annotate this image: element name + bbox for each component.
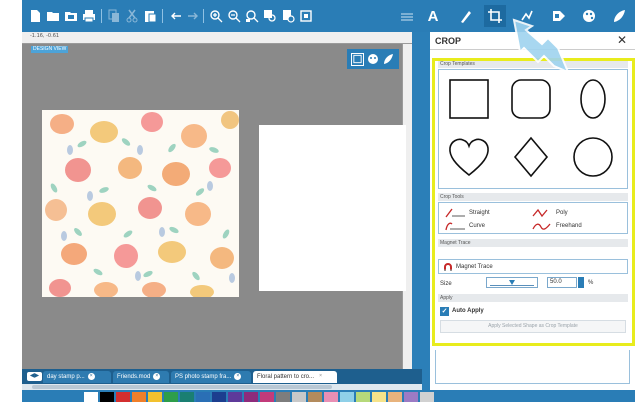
color-swatch[interactable]: [388, 392, 402, 402]
color-swatch[interactable]: [260, 392, 274, 402]
color-swatch[interactable]: [404, 392, 418, 402]
pointer-arrow-icon: [512, 18, 570, 74]
color-swatch[interactable]: [276, 392, 290, 402]
color-swatch[interactable]: [132, 392, 146, 402]
document-tab[interactable]: day stamp p... ×: [43, 371, 111, 383]
color-swatch[interactable]: [180, 392, 194, 402]
app-window: A -1.16, -0.61 DESIGN VIEW ◀▶ day stamp …: [22, 0, 635, 402]
color-swatch[interactable]: [196, 392, 210, 402]
crop-tool-icon[interactable]: [484, 5, 506, 27]
zoom-page-icon[interactable]: [279, 7, 296, 24]
color-swatch[interactable]: [116, 392, 130, 402]
close-icon[interactable]: ✕: [616, 34, 628, 46]
view-tools: [347, 49, 399, 69]
color-swatch[interactable]: [292, 392, 306, 402]
new-document-icon[interactable]: [26, 7, 43, 24]
tab-scroll-arrows[interactable]: ◀▶: [27, 372, 42, 381]
tab-close-icon[interactable]: ×: [153, 372, 161, 380]
floral-pattern-image[interactable]: [42, 110, 239, 297]
palette-icon[interactable]: [578, 5, 600, 27]
cut-icon[interactable]: [123, 7, 140, 24]
color-swatch[interactable]: [212, 392, 226, 402]
color-swatch[interactable]: [324, 392, 338, 402]
ruler-top: -1.16, -0.61: [22, 32, 412, 44]
color-view-icon[interactable]: [366, 53, 379, 66]
color-swatch[interactable]: [340, 392, 354, 402]
design-view-label: DESIGN VIEW: [31, 46, 69, 53]
color-swatch[interactable]: [372, 392, 386, 402]
open-library-icon[interactable]: [62, 7, 79, 24]
zoom-selection-icon[interactable]: [261, 7, 278, 24]
document-tab-active[interactable]: Floral pattern to cro... ×: [253, 371, 337, 383]
color-swatch[interactable]: [84, 392, 98, 402]
zoom-out-icon[interactable]: [225, 7, 242, 24]
color-swatch[interactable]: [100, 392, 114, 402]
color-swatch[interactable]: [164, 392, 178, 402]
open-icon[interactable]: [44, 7, 61, 24]
print-icon[interactable]: [80, 7, 97, 24]
toolbar-separator: [203, 9, 204, 23]
tab-close-icon[interactable]: ×: [317, 373, 324, 380]
panel-bottom-area: [435, 350, 630, 384]
color-swatch[interactable]: [420, 392, 434, 402]
copy-icon[interactable]: [105, 7, 122, 24]
fill-icon[interactable]: [608, 5, 630, 27]
color-swatch[interactable]: [244, 392, 258, 402]
blank-page[interactable]: [259, 125, 406, 291]
text-tool-icon[interactable]: A: [422, 5, 444, 27]
fit-icon[interactable]: [297, 7, 314, 24]
zoom-fit-icon[interactable]: [243, 7, 260, 24]
edit-view-icon[interactable]: [382, 53, 395, 66]
tab-close-icon[interactable]: ×: [87, 372, 95, 380]
crop-panel: CROP ✕ Crop Templates Crop Tools Straigh…: [430, 32, 635, 390]
select-view-icon[interactable]: [351, 52, 365, 66]
paste-icon[interactable]: [141, 7, 158, 24]
document-tabs: ◀▶ day stamp p... × Friends.mod × PS photo…: [22, 369, 422, 384]
toolbar-separator: [162, 9, 163, 23]
undo-icon[interactable]: [167, 7, 184, 24]
grid-icon[interactable]: [396, 5, 418, 27]
zoom-in-icon[interactable]: [207, 7, 224, 24]
tab-close-icon[interactable]: ×: [234, 372, 242, 380]
toolbar-separator: [101, 9, 102, 23]
canvas-area[interactable]: -1.16, -0.61 DESIGN VIEW: [22, 32, 412, 369]
redo-icon[interactable]: [184, 7, 201, 24]
document-tab[interactable]: PS photo stamp fra... ×: [171, 371, 251, 383]
draw-tool-icon[interactable]: [454, 5, 476, 27]
color-swatch[interactable]: [356, 392, 370, 402]
panel-title: CROP: [435, 36, 462, 46]
color-swatch[interactable]: [148, 392, 162, 402]
document-tab[interactable]: Friends.mod ×: [113, 371, 169, 383]
color-swatch[interactable]: [308, 392, 322, 402]
highlight-frame: [432, 58, 635, 346]
cursor-coordinates: -1.16, -0.61: [30, 33, 60, 39]
scrollbar-thumb[interactable]: [32, 385, 332, 389]
color-palette: [22, 390, 635, 402]
color-swatch[interactable]: [228, 392, 242, 402]
